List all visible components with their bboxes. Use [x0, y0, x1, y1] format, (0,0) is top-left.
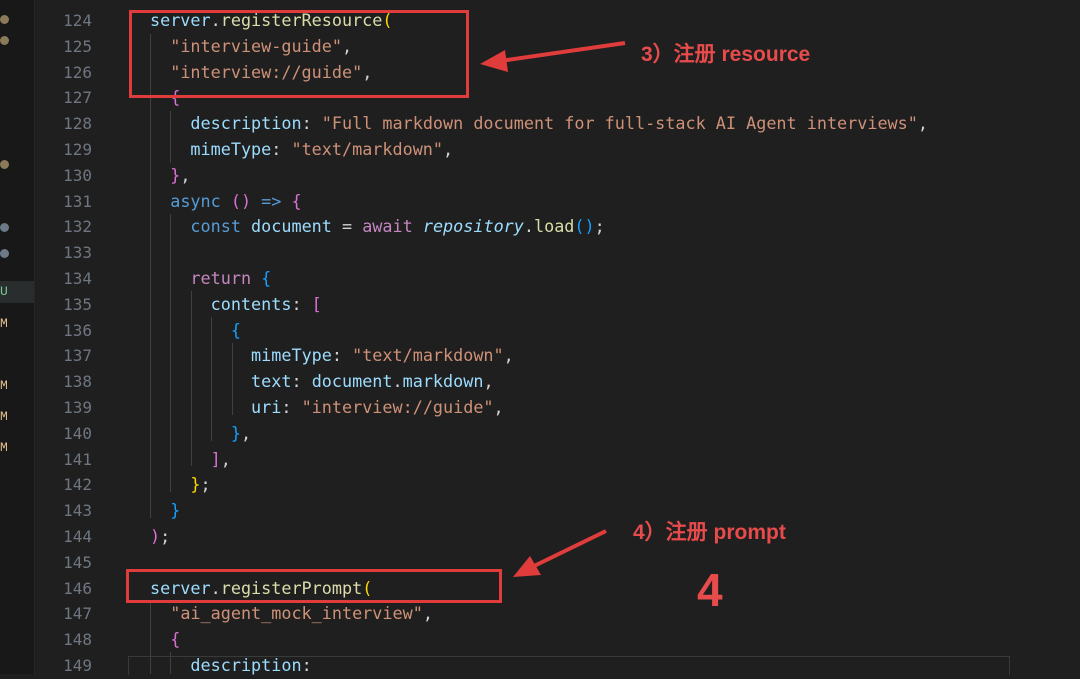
resource-annotation-label: 3）注册 resource: [641, 43, 811, 66]
annotation-arrows: [480, 41, 626, 577]
arrow-to-resource-icon: [480, 41, 626, 72]
arrow-to-prompt-icon: [513, 529, 607, 577]
step-number-label: 4: [697, 564, 723, 616]
prompt-annotation-label: 4）注册 prompt: [633, 521, 786, 544]
code-editor[interactable]: U M M M M 124 125 126 127 128 129 130 131 132 133…: [0, 0, 1080, 675]
